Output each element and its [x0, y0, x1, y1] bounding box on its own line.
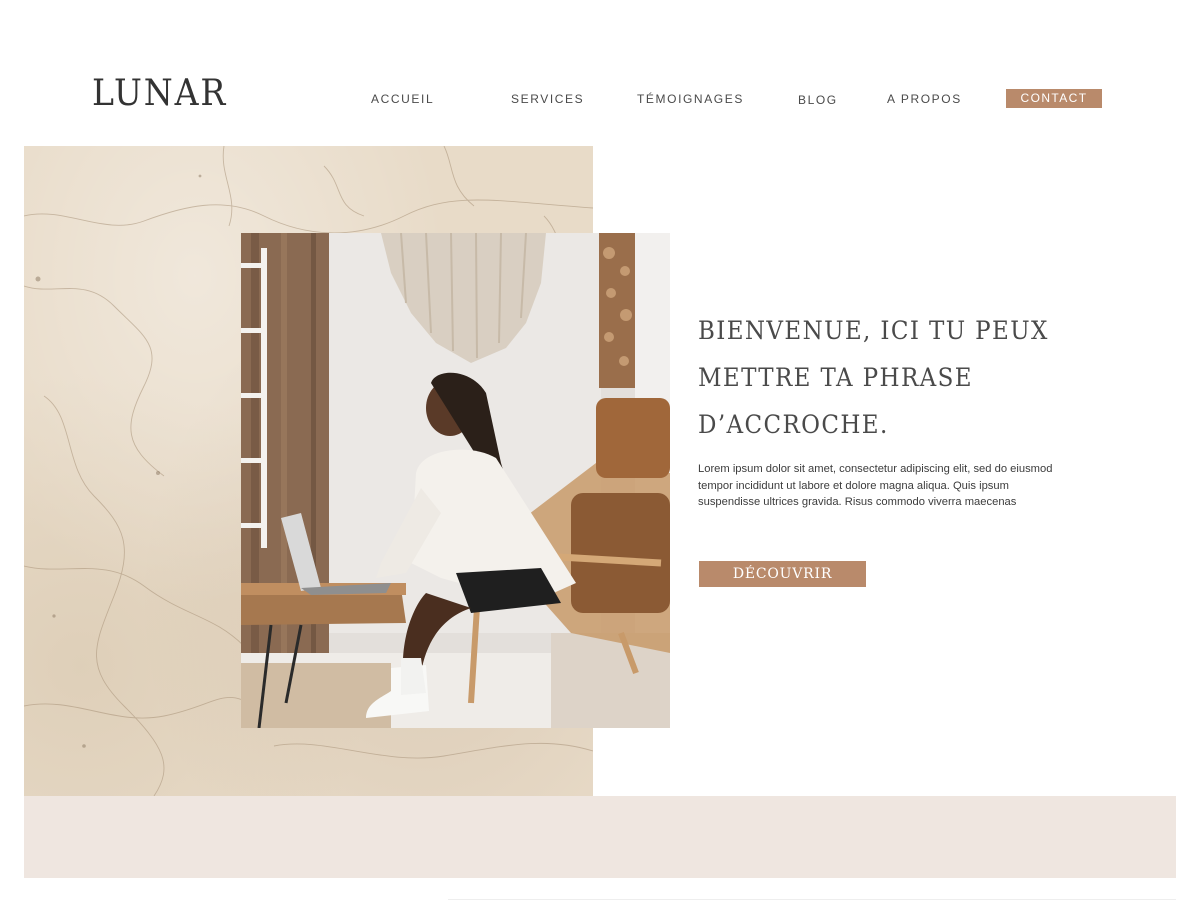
hero-title: BIENVENUE, ICI TU PEUX METTRE TA PHRASE …	[698, 316, 1049, 439]
hero-description: Lorem ipsum dolor sit amet, consectetur …	[698, 463, 1053, 509]
nav-item-a-propos[interactable]: A PROPOS	[887, 90, 962, 108]
page: LUNAR ACCUEIL SERVICES TÉMOIGNAGES BLOG …	[0, 0, 1200, 900]
nav-item-blog[interactable]: BLOG	[798, 91, 838, 109]
nav-item-services[interactable]: SERVICES	[511, 90, 584, 108]
nav-item-temoignages[interactable]: TÉMOIGNAGES	[637, 90, 744, 108]
logo[interactable]: LUNAR	[92, 72, 227, 116]
nav-item-accueil[interactable]: ACCUEIL	[371, 90, 434, 108]
discover-button[interactable]: DÉCOUVRIR	[699, 561, 866, 587]
contact-button[interactable]: CONTACT	[1006, 89, 1102, 108]
bottom-band	[24, 796, 1176, 878]
hero-photo	[241, 233, 670, 728]
woman-working-laptop-illustration	[241, 233, 670, 728]
